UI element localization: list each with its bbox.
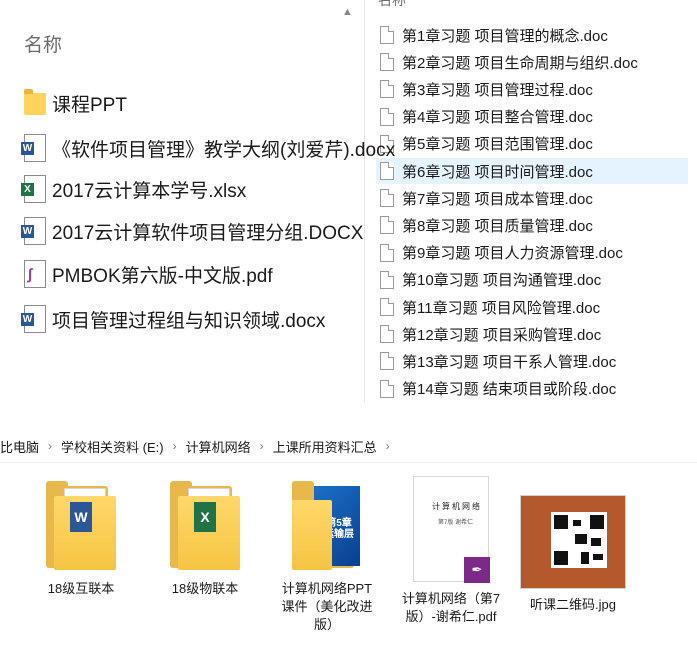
chevron-right-icon[interactable]: ›: [173, 439, 177, 453]
breadcrumb: 比电脑 › 学校相关资料 (E:) › 计算机网络 › 上课所用资料汇总 ›: [0, 436, 399, 456]
pdf-icon: ✒: [464, 557, 490, 583]
document-icon: [380, 216, 394, 235]
doc-file-item[interactable]: 第11章习题 项目风险管理.doc: [376, 294, 688, 320]
folder-item-18-iot[interactable]: X 18级物联本: [150, 480, 260, 598]
panel-divider: [364, 0, 365, 402]
image-item-qr[interactable]: 听课二维码.jpg: [518, 496, 628, 614]
doc-file-item[interactable]: 第3章习题 项目管理过程.doc: [376, 76, 688, 102]
doc-file-item[interactable]: 第4章习题 项目整合管理.doc: [376, 104, 688, 130]
pdf-icon: ∫: [24, 260, 46, 288]
folder-ppt-icon: 第5章 运输层: [292, 480, 362, 572]
document-icon: [380, 298, 394, 316]
chevron-right-icon[interactable]: ›: [386, 439, 390, 453]
file-label: 第2章习题 项目生命周期与组织.doc: [402, 54, 638, 72]
file-label: 第7章习题 项目成本管理.doc: [402, 190, 593, 208]
file-label: 2017云计算软件项目管理分组.DOCX: [52, 222, 364, 244]
document-icon: [380, 53, 394, 72]
breadcrumb-item-this-pc[interactable]: 比电脑: [0, 437, 39, 456]
file-label: 第8章习题 项目质量管理.doc: [402, 217, 593, 235]
file-label: 第10章习题 项目沟通管理.doc: [402, 272, 602, 290]
doc-file-item[interactable]: 第9章习题 项目人力资源管理.doc: [376, 240, 688, 266]
chevron-right-icon[interactable]: ›: [48, 439, 52, 453]
file-label: 第11章习题 项目风险管理.doc: [402, 299, 601, 317]
document-icon: [380, 379, 394, 398]
file-label: 第14章习题 结束项目或阶段.doc: [402, 381, 617, 399]
document-icon: [380, 26, 394, 44]
pdf-item-network-textbook[interactable]: 计算机网络 第7版 谢希仁 ✒ 计算机网络（第7版）-谢希仁.pdf: [396, 476, 506, 626]
folder-item-ppt-courseware[interactable]: 第5章 运输层 计算机网络PPT课件（美化改进版）: [272, 480, 382, 634]
thumb-title: 计算机网络: [432, 502, 482, 511]
document-icon: [380, 189, 394, 208]
document-icon: [380, 270, 394, 289]
file-item[interactable]: W 2017云计算软件项目管理分组.DOCX: [21, 214, 364, 248]
item-label: 18级物联本: [171, 581, 239, 596]
file-label: PMBOK第六版-中文版.pdf: [52, 265, 273, 287]
file-label: 项目管理过程组与知识领域.docx: [52, 310, 326, 332]
document-icon: [380, 80, 394, 99]
column-header-name[interactable]: 名称: [378, 0, 406, 10]
file-label: 第3章习题 项目管理过程.doc: [402, 81, 593, 99]
divider: [0, 462, 697, 463]
file-item[interactable]: W 项目管理过程组与知识领域.docx: [21, 302, 326, 336]
file-item[interactable]: ∫ PMBOK第六版-中文版.pdf: [24, 257, 273, 291]
document-icon: [380, 325, 394, 344]
qr-code-icon: [521, 496, 625, 588]
file-label: 课程PPT: [52, 94, 127, 116]
file-item[interactable]: X 2017云计算本学号.xlsx: [21, 172, 247, 206]
file-label: 第1章习题 项目管理的概念.doc: [402, 27, 608, 45]
file-label: 第12章习题 项目采购管理.doc: [402, 326, 602, 344]
doc-file-item[interactable]: 第8章习题 项目质量管理.doc: [376, 212, 688, 238]
scroll-up-icon[interactable]: ▲: [342, 6, 353, 18]
folder-word-icon: W: [46, 480, 116, 572]
file-item[interactable]: W 《软件项目管理》教学大纲(刘爱芹).docx: [21, 131, 396, 165]
item-label: 听课二维码.jpg: [530, 597, 616, 612]
breadcrumb-item-materials[interactable]: 上课所用资料汇总: [273, 437, 377, 456]
item-label: 计算机网络（第7版）-谢希仁.pdf: [401, 591, 501, 624]
file-label: 第13章习题 项目干系人管理.doc: [402, 353, 617, 371]
document-icon: [380, 352, 394, 371]
breadcrumb-item-drive-e[interactable]: 学校相关资料 (E:): [61, 437, 164, 456]
item-label: 18级互联本: [47, 581, 115, 596]
column-header-name[interactable]: 名称: [24, 30, 62, 57]
file-label: 第9章习题 项目人力资源管理.doc: [402, 245, 623, 263]
folder-icon: [24, 89, 46, 117]
file-label: 第6章习题 项目时间管理.doc: [402, 163, 593, 181]
doc-file-item[interactable]: 第13章习题 项目干系人管理.doc: [376, 348, 688, 374]
pdf-thumbnail-icon: 计算机网络 第7版 谢希仁 ✒: [413, 476, 490, 583]
file-label: 第5章习题 项目范围管理.doc: [402, 136, 593, 154]
breadcrumb-item-network[interactable]: 计算机网络: [186, 437, 251, 456]
doc-file-item[interactable]: 第2章习题 项目生命周期与组织.doc: [376, 49, 688, 75]
excel-icon: X: [21, 175, 46, 203]
doc-file-item[interactable]: 第7章习题 项目成本管理.doc: [376, 185, 688, 211]
file-label: 第4章习题 项目整合管理.doc: [402, 109, 593, 127]
file-label: 2017云计算本学号.xlsx: [52, 180, 247, 202]
word-icon: W: [21, 134, 46, 162]
item-label: 计算机网络PPT课件（美化改进版）: [281, 581, 373, 632]
doc-file-item[interactable]: 第1章习题 项目管理的概念.doc: [376, 22, 688, 48]
doc-file-item[interactable]: 第5章习题 项目范围管理.doc: [376, 131, 688, 157]
doc-file-item[interactable]: 第10章习题 项目沟通管理.doc: [376, 267, 688, 293]
document-icon: [380, 243, 394, 262]
doc-file-item[interactable]: 第14章习题 结束项目或阶段.doc: [376, 376, 688, 402]
document-icon: [380, 107, 394, 126]
doc-file-item[interactable]: 第12章习题 项目采购管理.doc: [376, 321, 688, 347]
word-icon: W: [21, 217, 46, 245]
word-icon: W: [21, 305, 46, 333]
thumb-sub: 第7版 谢希仁: [438, 520, 474, 526]
file-label: 《软件项目管理》教学大纲(刘爱芹).docx: [52, 139, 396, 161]
folder-item-18-internet[interactable]: W 18级互联本: [26, 480, 136, 598]
doc-file-item[interactable]: 第6章习题 项目时间管理.doc: [376, 158, 688, 184]
folder-excel-icon: X: [170, 480, 240, 572]
chevron-right-icon[interactable]: ›: [260, 439, 264, 453]
file-item[interactable]: 课程PPT: [24, 86, 127, 120]
